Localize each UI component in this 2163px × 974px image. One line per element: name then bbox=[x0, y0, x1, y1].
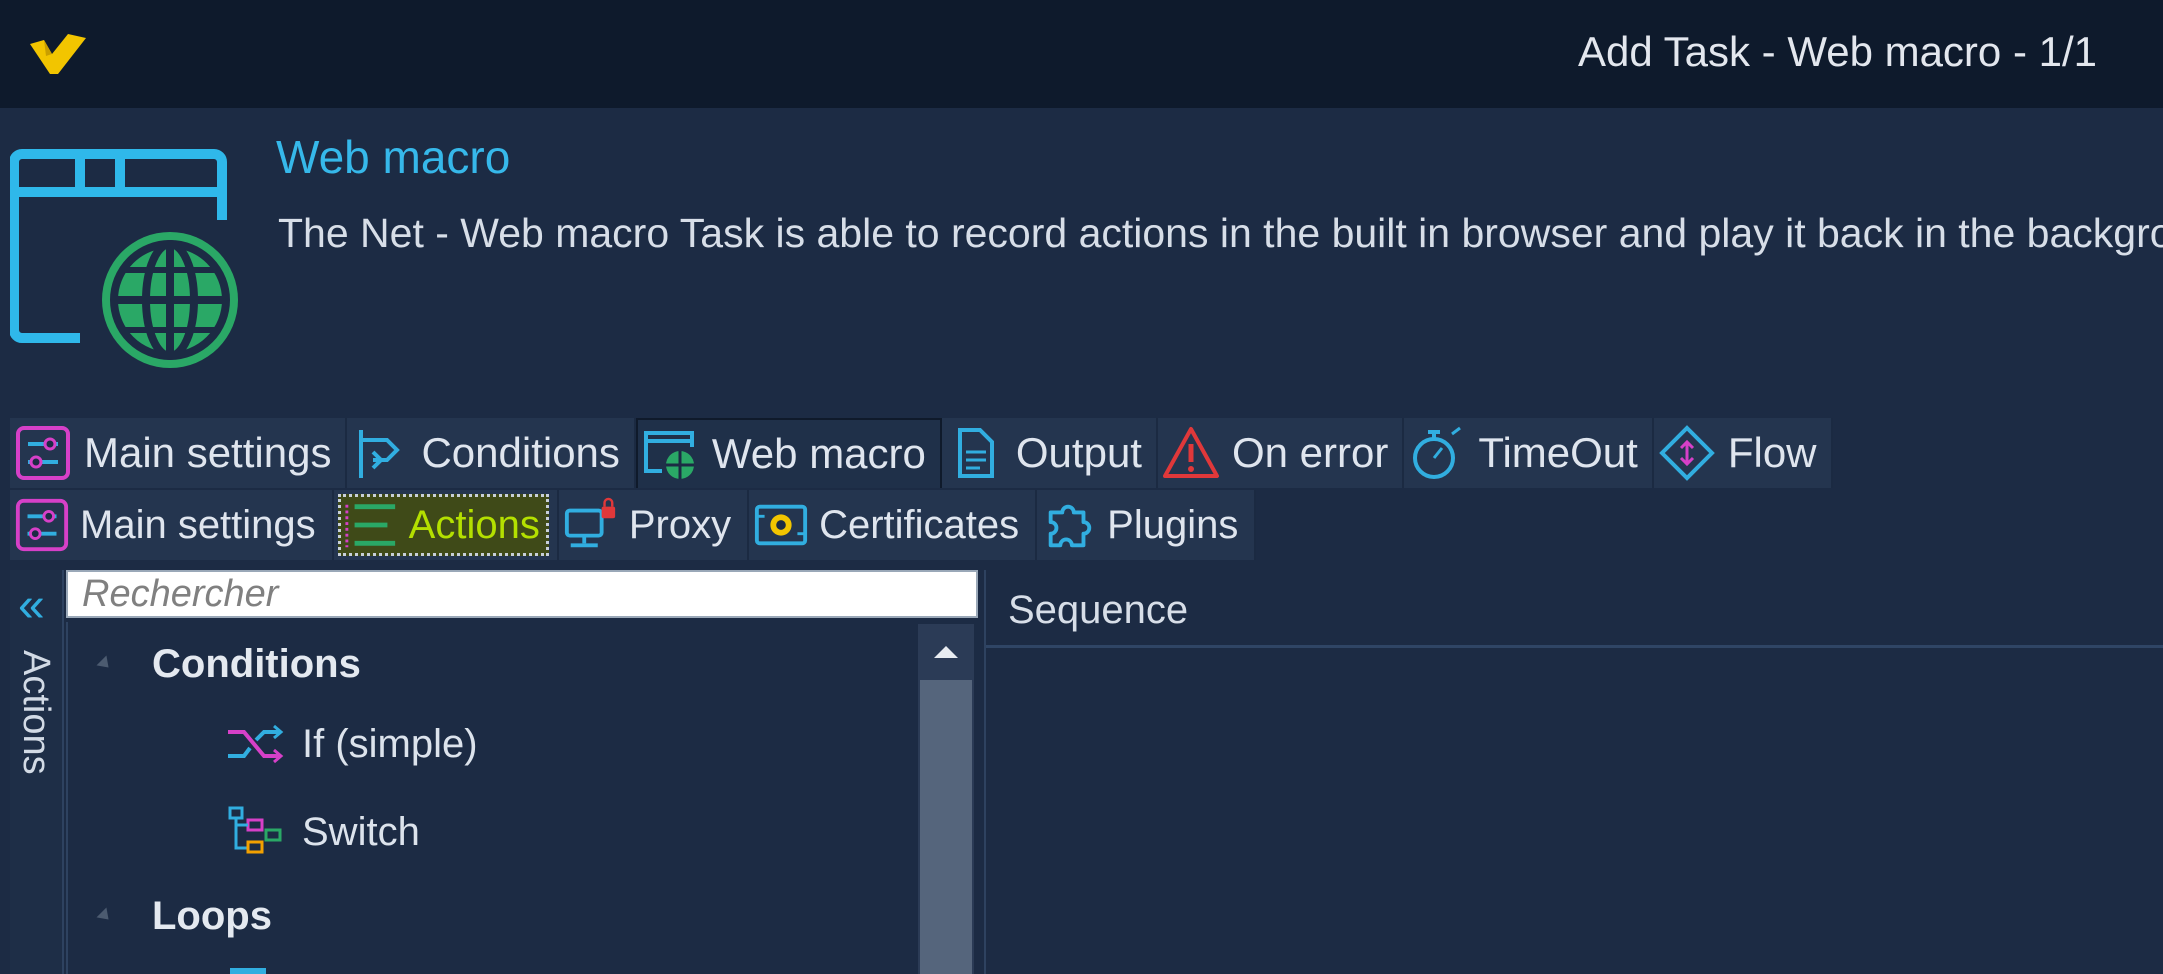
switch-icon bbox=[228, 806, 282, 854]
tab-output[interactable]: Output bbox=[941, 418, 1158, 488]
tree-item-if-simple[interactable]: If (simple) bbox=[224, 712, 478, 776]
tab-main-settings[interactable]: Main settings bbox=[10, 418, 348, 488]
subtab-certificates[interactable]: Certificates bbox=[749, 490, 1038, 560]
sequence-title: Sequence bbox=[1008, 588, 1189, 632]
sliders-icon bbox=[15, 498, 69, 552]
proxy-lock-icon bbox=[564, 497, 615, 548]
browser-globe-icon bbox=[10, 149, 238, 368]
subtab-actions[interactable]: Actions bbox=[333, 490, 559, 560]
tree-category-loops[interactable]: Loops bbox=[96, 884, 272, 948]
tab-label: Conditions bbox=[421, 429, 620, 476]
tree-category-conditions[interactable]: Conditions bbox=[96, 632, 361, 696]
sliders-icon bbox=[16, 426, 70, 480]
stopwatch-icon bbox=[1413, 426, 1462, 479]
item-label: Switch bbox=[302, 809, 420, 854]
tab-label: Main settings bbox=[80, 502, 316, 547]
app-logo-icon bbox=[30, 34, 86, 74]
expand-triangle-icon[interactable] bbox=[96, 655, 114, 673]
secondary-tab-bar: Main settings Actions Proxy Certificates… bbox=[10, 490, 1257, 560]
actions-focus-box: Actions bbox=[337, 494, 549, 556]
shuffle-icon bbox=[228, 724, 284, 764]
actions-list-icon bbox=[345, 504, 395, 548]
puzzle-icon bbox=[1048, 504, 1092, 548]
tab-label: Flow bbox=[1727, 429, 1817, 476]
tab-label: TimeOut bbox=[1478, 429, 1638, 476]
warning-icon bbox=[1162, 427, 1219, 478]
certificate-icon bbox=[755, 504, 808, 546]
tab-on-error[interactable]: On error bbox=[1157, 418, 1405, 488]
window-title: Add Task - Web macro - 1/1 bbox=[1578, 28, 2097, 75]
subtab-main-settings[interactable]: Main settings bbox=[10, 490, 334, 560]
subtab-proxy[interactable]: Proxy bbox=[558, 490, 750, 560]
diamond-arrows-icon bbox=[1658, 425, 1715, 481]
tab-web-macro[interactable]: Web macro bbox=[635, 418, 942, 488]
browser-globe-icon bbox=[643, 431, 694, 479]
scroll-thumb[interactable] bbox=[920, 680, 972, 974]
tree-item-switch[interactable]: Switch bbox=[224, 800, 420, 864]
category-label: Conditions bbox=[152, 641, 361, 686]
category-label: Loops bbox=[152, 893, 272, 938]
sequence-panel: Sequence bbox=[984, 570, 2163, 974]
subtab-plugins[interactable]: Plugins bbox=[1037, 490, 1257, 560]
document-icon bbox=[957, 428, 994, 478]
tree-scrollbar[interactable] bbox=[918, 624, 974, 974]
tab-label: Plugins bbox=[1107, 502, 1239, 547]
expand-triangle-icon[interactable] bbox=[96, 907, 114, 925]
search-input[interactable] bbox=[68, 572, 976, 616]
scroll-up-button[interactable] bbox=[918, 624, 974, 680]
task-description: The Net - Web macro Task is able to reco… bbox=[278, 210, 2163, 256]
title-bar: Add Task - Web macro - 1/1 bbox=[0, 0, 2163, 108]
item-label: If (simple) bbox=[302, 721, 478, 766]
tab-label: Main settings bbox=[84, 429, 332, 476]
primary-tab-bar: Main settings Conditions Web macro Outpu… bbox=[10, 418, 1833, 488]
tab-timeout[interactable]: TimeOut bbox=[1404, 418, 1654, 488]
sequence-header: Sequence bbox=[986, 570, 2163, 648]
partial-item-icon bbox=[230, 968, 266, 974]
tab-flow[interactable]: Flow bbox=[1653, 418, 1833, 488]
branch-icon bbox=[359, 430, 401, 478]
actions-tree: Conditions If (simple) Switch Loops bbox=[66, 622, 978, 974]
arrow-up-icon bbox=[934, 646, 958, 658]
tab-label: Output bbox=[1015, 429, 1142, 476]
tab-conditions[interactable]: Conditions bbox=[347, 418, 636, 488]
task-title: Web macro bbox=[276, 131, 511, 183]
side-panel-label: Actions bbox=[15, 650, 57, 775]
tab-label: Web macro bbox=[711, 430, 926, 477]
double-chevron-left-icon[interactable]: « bbox=[18, 582, 45, 630]
tab-label: Proxy bbox=[628, 502, 732, 547]
tab-label: Certificates bbox=[819, 502, 1020, 547]
search-box[interactable] bbox=[66, 570, 978, 618]
tab-label: Actions bbox=[408, 502, 540, 547]
tab-label: On error bbox=[1231, 429, 1389, 476]
